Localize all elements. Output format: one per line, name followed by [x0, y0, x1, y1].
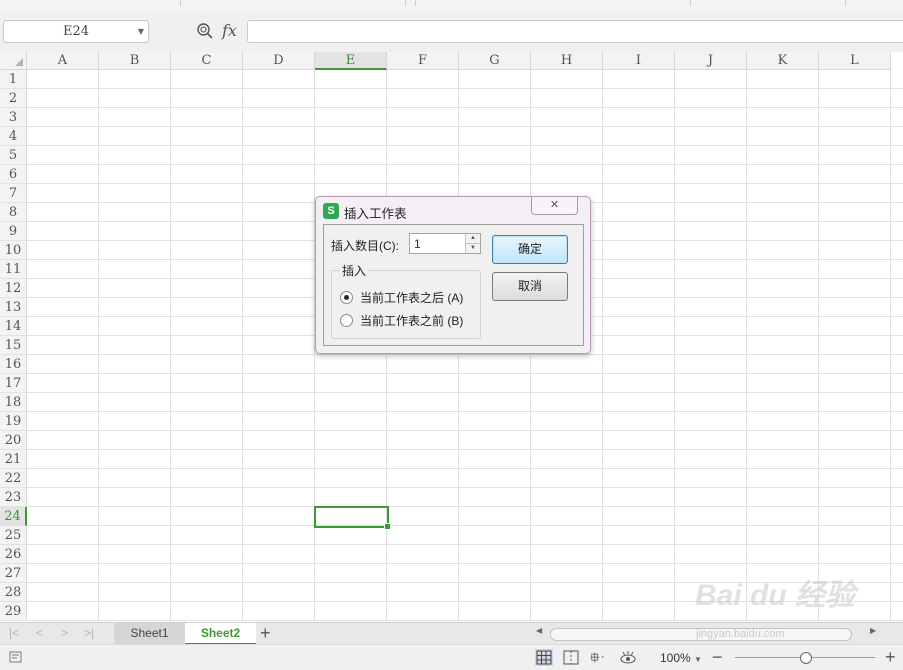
radio-after-label: 当前工作表之后 (A) — [360, 291, 464, 305]
insert-position-group: 插入 当前工作表之后 (A) 当前工作表之前 (B) — [331, 262, 481, 339]
zoom-search-icon[interactable] — [196, 22, 214, 40]
column-header-g[interactable]: G — [459, 52, 531, 70]
column-header-b[interactable]: B — [99, 52, 171, 70]
row-header-1[interactable]: 1 — [0, 70, 27, 89]
count-label: 插入数目(C): — [331, 239, 399, 253]
sheet-tab-1[interactable]: Sheet1 — [114, 623, 185, 645]
dialog-title: 插入工作表 — [344, 207, 407, 221]
row-header-17[interactable]: 17 — [0, 374, 27, 393]
name-box-value: E24 — [62, 24, 90, 39]
formula-input[interactable] — [247, 20, 903, 43]
column-header-a[interactable]: A — [27, 52, 99, 70]
column-header-e[interactable]: E — [315, 52, 387, 70]
radio-unselected-icon[interactable] — [340, 314, 353, 327]
column-header-i[interactable]: I — [603, 52, 675, 70]
watermark-logo: Bai du 经验 — [695, 579, 856, 612]
scroll-left-icon[interactable]: ◀ — [536, 626, 542, 635]
chevron-down-icon[interactable]: ▼ — [694, 655, 702, 664]
row-header-16[interactable]: 16 — [0, 355, 27, 374]
radio-after-current[interactable]: 当前工作表之后 (A) — [340, 289, 463, 306]
macro-icon[interactable] — [8, 649, 26, 666]
column-header-h[interactable]: H — [531, 52, 603, 70]
sheet-tab-2[interactable]: Sheet2 — [185, 623, 256, 645]
close-icon[interactable]: ✕ — [531, 197, 578, 215]
radio-selected-icon[interactable] — [340, 291, 353, 304]
column-header-f[interactable]: F — [387, 52, 459, 70]
row-header-22[interactable]: 22 — [0, 469, 27, 488]
chevron-down-icon[interactable]: ▼ — [138, 21, 144, 42]
group-label: 插入 — [340, 262, 369, 279]
row-header-25[interactable]: 25 — [0, 526, 27, 545]
status-bar: 100% ▼ − + — [0, 644, 903, 670]
column-header-k[interactable]: K — [747, 52, 819, 70]
row-header-4[interactable]: 4 — [0, 127, 27, 146]
prev-sheet-icon[interactable]: < — [36, 626, 43, 640]
count-stepper[interactable]: 1 ▲ ▼ — [409, 233, 481, 254]
zoom-in-icon[interactable]: + — [885, 645, 896, 669]
watermark-url: jingyan.baidu.com — [696, 628, 785, 640]
add-sheet-icon[interactable]: + — [260, 623, 271, 643]
page-break-icon[interactable] — [562, 649, 580, 666]
first-sheet-icon[interactable]: |< — [9, 626, 19, 640]
row-header-12[interactable]: 12 — [0, 279, 27, 298]
zoom-out-icon[interactable]: − — [712, 645, 723, 669]
column-header-l[interactable]: L — [819, 52, 891, 70]
row-header-18[interactable]: 18 — [0, 393, 27, 412]
reading-layout-icon[interactable] — [588, 649, 606, 666]
row-header-6[interactable]: 6 — [0, 165, 27, 184]
row-header-23[interactable]: 23 — [0, 488, 27, 507]
insert-sheet-dialog: S 插入工作表 ✕ 插入数目(C): 1 ▲ ▼ 插入 当前工作表之后 (A) … — [315, 196, 591, 354]
column-header-d[interactable]: D — [243, 52, 315, 70]
formula-bar: E24 ▼ fx — [0, 12, 903, 52]
row-header-28[interactable]: 28 — [0, 583, 27, 602]
wps-logo-icon: S — [323, 203, 339, 219]
row-header-24[interactable]: 24 — [0, 507, 27, 526]
zoom-level[interactable]: 100% ▼ — [660, 651, 702, 665]
column-header-j[interactable]: J — [675, 52, 747, 70]
stepper-down-icon[interactable]: ▼ — [465, 244, 480, 253]
row-header-8[interactable]: 8 — [0, 203, 27, 222]
radio-before-current[interactable]: 当前工作表之前 (B) — [340, 312, 463, 329]
count-value[interactable]: 1 — [414, 237, 421, 251]
select-all-corner[interactable] — [0, 52, 27, 70]
last-sheet-icon[interactable]: >| — [84, 626, 94, 640]
ok-button[interactable]: 确定 — [492, 235, 568, 264]
row-header-20[interactable]: 20 — [0, 431, 27, 450]
row-header-27[interactable]: 27 — [0, 564, 27, 583]
zoom-value: 100% — [660, 651, 691, 665]
selected-cell-e24[interactable] — [314, 506, 391, 530]
column-header-c[interactable]: C — [171, 52, 243, 70]
eye-protection-icon[interactable] — [619, 649, 637, 666]
row-header-11[interactable]: 11 — [0, 260, 27, 279]
row-header-29[interactable]: 29 — [0, 602, 27, 621]
row-header-10[interactable]: 10 — [0, 241, 27, 260]
name-box[interactable]: E24 ▼ — [3, 20, 149, 43]
next-sheet-icon[interactable]: > — [61, 626, 68, 640]
row-header-19[interactable]: 19 — [0, 412, 27, 431]
row-header-2[interactable]: 2 — [0, 89, 27, 108]
row-header-13[interactable]: 13 — [0, 298, 27, 317]
row-header-9[interactable]: 9 — [0, 222, 27, 241]
row-header-15[interactable]: 15 — [0, 336, 27, 355]
row-header-5[interactable]: 5 — [0, 146, 27, 165]
normal-view-icon[interactable] — [535, 649, 553, 666]
row-header-26[interactable]: 26 — [0, 545, 27, 564]
radio-before-label: 当前工作表之前 (B) — [360, 314, 464, 328]
function-icon[interactable]: fx — [222, 21, 237, 40]
scroll-right-icon[interactable]: ▶ — [870, 626, 876, 635]
row-header-21[interactable]: 21 — [0, 450, 27, 469]
row-header-14[interactable]: 14 — [0, 317, 27, 336]
zoom-slider-handle[interactable] — [800, 652, 812, 664]
row-header-3[interactable]: 3 — [0, 108, 27, 127]
stepper-up-icon[interactable]: ▲ — [465, 234, 480, 244]
row-header-7[interactable]: 7 — [0, 184, 27, 203]
cancel-button[interactable]: 取消 — [492, 272, 568, 301]
